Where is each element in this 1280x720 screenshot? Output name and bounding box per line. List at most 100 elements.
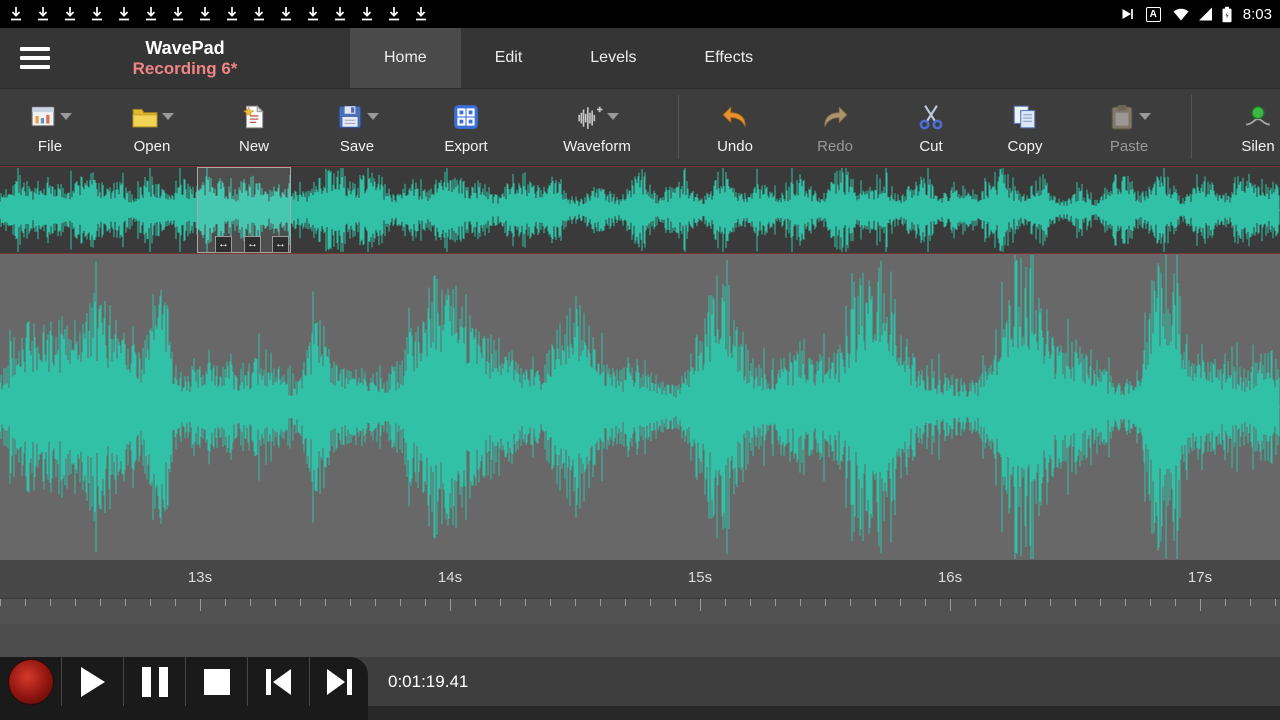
clock: 8:03 bbox=[1243, 6, 1272, 23]
transport-buttons bbox=[0, 657, 368, 720]
time-label: 14s bbox=[438, 569, 462, 586]
paste-label: Paste bbox=[1110, 138, 1148, 155]
new-label: New bbox=[239, 138, 269, 155]
toolbar-separator bbox=[1191, 95, 1192, 159]
time-label: 13s bbox=[188, 569, 212, 586]
open-button[interactable]: Open bbox=[100, 89, 204, 165]
cut-label: Cut bbox=[919, 138, 942, 155]
cut-button[interactable]: Cut bbox=[885, 89, 977, 165]
save-button[interactable]: Save bbox=[304, 89, 410, 165]
ribbon-tabs: Home Edit Levels Effects bbox=[350, 28, 787, 88]
open-label: Open bbox=[134, 138, 171, 155]
file-label: File bbox=[38, 138, 62, 155]
new-document-icon bbox=[240, 103, 268, 131]
waveform-icon bbox=[576, 103, 604, 131]
overview-selection[interactable]: ↔ ↔ ↔ bbox=[197, 167, 291, 253]
tab-home[interactable]: Home bbox=[350, 28, 461, 88]
pause-icon bbox=[142, 667, 168, 697]
chevron-down-icon bbox=[162, 113, 174, 120]
export-label: Export bbox=[444, 138, 487, 155]
android-status-bar: A 8:03 bbox=[0, 0, 1280, 28]
selection-handle-icon[interactable]: ↔ bbox=[244, 236, 261, 253]
copy-label: Copy bbox=[1007, 138, 1042, 155]
title-block: WavePad Recording 6* bbox=[70, 28, 300, 88]
save-label: Save bbox=[340, 138, 374, 155]
wifi-icon bbox=[1172, 6, 1190, 22]
skip-to-start-icon bbox=[266, 669, 291, 695]
skip-to-end-button[interactable] bbox=[310, 657, 368, 706]
redo-button[interactable]: Redo bbox=[785, 89, 885, 165]
paste-icon bbox=[1108, 103, 1136, 131]
download-icon bbox=[359, 6, 375, 22]
skip-to-start-button[interactable] bbox=[248, 657, 310, 706]
stop-icon bbox=[204, 669, 230, 695]
download-icon bbox=[278, 6, 294, 22]
play-button[interactable] bbox=[62, 657, 124, 706]
silence-icon bbox=[1244, 103, 1272, 131]
main-waveform-view[interactable] bbox=[0, 254, 1280, 560]
silence-label: Silen bbox=[1241, 138, 1274, 155]
play-icon bbox=[81, 667, 105, 697]
selection-handle-icon[interactable]: ↔ bbox=[272, 236, 289, 253]
signal-icon bbox=[1197, 6, 1214, 22]
file-icon bbox=[29, 103, 57, 131]
skip-to-end-icon bbox=[327, 669, 352, 695]
save-icon bbox=[336, 103, 364, 131]
record-icon bbox=[8, 659, 54, 705]
timeline-ruler: 13s 14s 15s 16s 17s bbox=[0, 560, 1280, 598]
home-toolbar: File Open New bbox=[0, 88, 1280, 166]
download-icon bbox=[413, 6, 429, 22]
chevron-down-icon bbox=[607, 113, 619, 120]
chevron-down-icon bbox=[1139, 113, 1151, 120]
copy-button[interactable]: Copy bbox=[977, 89, 1073, 165]
app-title: WavePad bbox=[145, 38, 224, 59]
selection-handle-icon[interactable]: ↔ bbox=[215, 236, 232, 253]
download-icon bbox=[35, 6, 51, 22]
undo-icon bbox=[720, 103, 750, 131]
download-icon bbox=[170, 6, 186, 22]
time-label: 17s bbox=[1188, 569, 1212, 586]
download-icon bbox=[332, 6, 348, 22]
menu-icon[interactable] bbox=[0, 28, 70, 88]
redo-label: Redo bbox=[817, 138, 853, 155]
tab-edit[interactable]: Edit bbox=[461, 28, 557, 88]
export-button[interactable]: Export bbox=[410, 89, 522, 165]
letter-a-badge-icon: A bbox=[1146, 7, 1161, 22]
install-icon bbox=[1119, 6, 1135, 22]
chevron-down-icon bbox=[60, 113, 72, 120]
waveform-label: Waveform bbox=[563, 138, 631, 155]
download-icon bbox=[224, 6, 240, 22]
export-icon bbox=[452, 103, 480, 131]
chevron-down-icon bbox=[367, 113, 379, 120]
ruler-ticks bbox=[0, 598, 1280, 624]
stop-button[interactable] bbox=[186, 657, 248, 706]
app-bar: WavePad Recording 6* Home Edit Levels Ef… bbox=[0, 28, 1280, 88]
download-icons bbox=[8, 6, 1119, 22]
toolbar-separator bbox=[678, 95, 679, 159]
tab-effects[interactable]: Effects bbox=[671, 28, 788, 88]
undo-label: Undo bbox=[717, 138, 753, 155]
file-button[interactable]: File bbox=[0, 89, 100, 165]
download-icon bbox=[8, 6, 24, 22]
paste-button[interactable]: Paste bbox=[1073, 89, 1185, 165]
silence-button[interactable]: Silen bbox=[1198, 89, 1280, 165]
document-title: Recording 6* bbox=[133, 59, 238, 79]
overview-waveform-strip[interactable]: ↔ ↔ ↔ bbox=[0, 166, 1280, 254]
lower-panel bbox=[0, 624, 1280, 657]
cut-icon bbox=[917, 103, 945, 131]
battery-icon bbox=[1221, 6, 1233, 23]
new-button[interactable]: New bbox=[204, 89, 304, 165]
download-icon bbox=[386, 6, 402, 22]
tab-levels[interactable]: Levels bbox=[556, 28, 670, 88]
main-waveform bbox=[0, 254, 1280, 560]
download-icon bbox=[89, 6, 105, 22]
download-icon bbox=[143, 6, 159, 22]
download-icon bbox=[251, 6, 267, 22]
download-icon bbox=[197, 6, 213, 22]
undo-button[interactable]: Undo bbox=[685, 89, 785, 165]
waveform-button[interactable]: Waveform bbox=[522, 89, 672, 165]
record-button[interactable] bbox=[0, 657, 62, 706]
pause-button[interactable] bbox=[124, 657, 186, 706]
download-icon bbox=[116, 6, 132, 22]
redo-icon bbox=[820, 103, 850, 131]
